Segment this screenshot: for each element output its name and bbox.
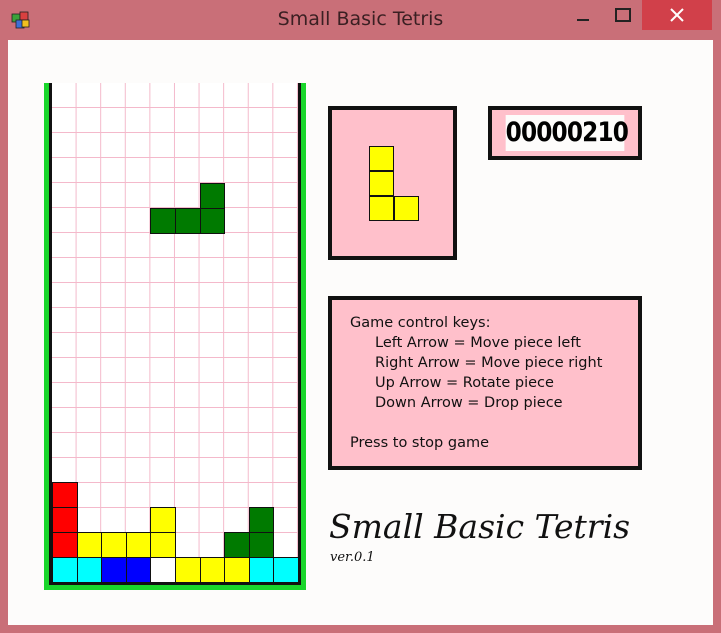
- settled-block: [52, 532, 78, 559]
- settled-block: [175, 557, 201, 583]
- settled-block: [101, 532, 127, 559]
- next-piece-cell: [369, 146, 394, 171]
- settled-block: [52, 482, 78, 509]
- maximize-icon: [615, 8, 631, 22]
- board-floor-border: [49, 582, 301, 585]
- settled-block: [248, 507, 275, 534]
- settled-block: [76, 532, 103, 559]
- control-line-down: Down Arrow = Drop piece: [375, 395, 563, 411]
- settled-block: [101, 557, 127, 583]
- settled-block: [76, 557, 103, 583]
- controls-heading: Game control keys:: [350, 315, 491, 331]
- settled-block: [52, 507, 78, 534]
- settled-block: [224, 532, 250, 559]
- stop-game-hint: Press to stop game: [350, 435, 489, 451]
- next-piece-cell: [394, 196, 419, 221]
- close-button[interactable]: [642, 0, 712, 30]
- settled-block: [150, 532, 176, 559]
- board-floor: [44, 585, 306, 590]
- settled-block: [125, 557, 152, 583]
- settled-block: [52, 557, 78, 583]
- board-right-border: [298, 83, 301, 585]
- score-panel: 00000210: [488, 106, 642, 160]
- settled-block: [224, 557, 250, 583]
- falling-piece-block: [199, 182, 226, 209]
- control-line-left: Left Arrow = Move piece left: [375, 335, 581, 351]
- settled-block: [199, 557, 226, 583]
- settled-block: [150, 557, 176, 583]
- controls-help-panel: Game control keys: Left Arrow = Move pie…: [328, 296, 642, 470]
- board-right-wall: [301, 83, 306, 590]
- next-piece-preview: [328, 106, 457, 260]
- close-icon: [670, 8, 684, 22]
- settled-block: [248, 532, 275, 559]
- settled-block: [150, 507, 176, 534]
- score-value: 00000210: [505, 115, 629, 151]
- game-title: Small Basic Tetris: [329, 507, 631, 546]
- control-line-up: Up Arrow = Rotate piece: [375, 375, 554, 391]
- control-line-right: Right Arrow = Move piece right: [375, 355, 603, 371]
- falling-piece-block: [175, 207, 201, 234]
- maximize-button[interactable]: [600, 0, 646, 30]
- falling-piece-block: [150, 207, 176, 234]
- minimize-icon: [577, 19, 589, 21]
- settled-block: [125, 532, 152, 559]
- next-piece-cell: [369, 171, 394, 196]
- title-bar[interactable]: Small Basic Tetris: [0, 0, 721, 40]
- tetris-board-grid: [52, 83, 299, 583]
- board-left-border: [49, 83, 52, 585]
- falling-piece-block: [199, 207, 226, 234]
- game-version: ver.0.1: [330, 550, 375, 565]
- settled-block: [273, 557, 299, 583]
- next-piece-cell: [369, 196, 394, 221]
- settled-block: [248, 557, 275, 583]
